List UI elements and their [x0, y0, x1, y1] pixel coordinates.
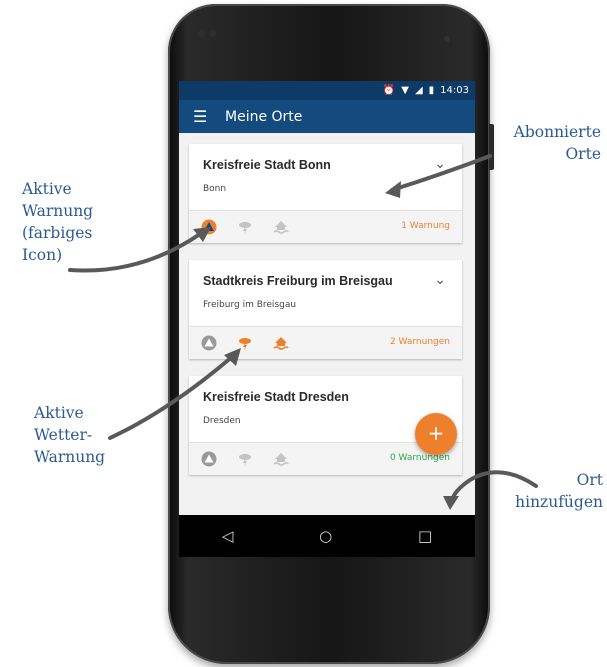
phone-screen: ⏰ ▼ ◢ ▮ 14:03 ☰ Meine Orte Kreisfreie St… — [179, 81, 475, 557]
back-icon[interactable]: ◁ — [222, 527, 234, 545]
warning-count: 0 Warnungen — [389, 453, 450, 463]
civil-protection-icon — [201, 335, 217, 351]
weather-icon — [237, 219, 253, 235]
android-nav-bar: ◁ ○ □ — [179, 515, 475, 557]
signal-icon: ◢ — [414, 84, 423, 96]
annotation-active-weather-warning: Aktive Wetter- Warnung — [34, 404, 106, 466]
place-name: Kreisfreie Stadt Dresden — [203, 390, 349, 404]
status-bar: ⏰ ▼ ◢ ▮ 14:03 — [179, 81, 475, 100]
chevron-down-icon[interactable]: ⌄ — [434, 272, 446, 288]
add-place-button[interactable]: + — [415, 413, 457, 455]
wifi-icon: ▼ — [401, 84, 409, 96]
flood-icon — [273, 335, 289, 351]
civil-protection-icon — [201, 451, 217, 467]
place-name: Kreisfreie Stadt Bonn — [203, 158, 331, 172]
civil-protection-icon — [201, 219, 217, 235]
sensor-dot — [198, 30, 205, 37]
annotation-active-warning: Aktive Warnung (farbiges Icon) — [22, 180, 94, 264]
sensor-dot — [209, 30, 216, 37]
front-camera — [444, 36, 450, 42]
annotation-subscribed-places: Abonnierte Orte — [513, 123, 601, 163]
warning-count: 2 Warnungen — [389, 337, 450, 347]
place-subtitle: Bonn — [203, 184, 227, 194]
annotation-add-place: Ort hinzufügen — [515, 471, 603, 511]
warning-count: 1 Warnung — [401, 221, 450, 231]
hamburger-menu-icon[interactable]: ☰ — [193, 107, 225, 126]
home-icon[interactable]: ○ — [319, 527, 332, 545]
place-name: Stadtkreis Freiburg im Breisgau — [203, 274, 393, 288]
app-bar: ☰ Meine Orte — [179, 100, 475, 133]
battery-icon: ▮ — [428, 84, 435, 96]
alarm-icon: ⏰ — [382, 84, 396, 96]
page-title: Meine Orte — [225, 108, 303, 125]
weather-icon — [237, 335, 253, 351]
place-card-freiburg[interactable]: Stadtkreis Freiburg im Breisgau Freiburg… — [189, 260, 462, 359]
chevron-down-icon[interactable]: ⌄ — [434, 156, 446, 172]
recents-icon[interactable]: □ — [418, 527, 432, 545]
place-subtitle: Dresden — [203, 416, 241, 426]
place-subtitle: Freiburg im Breisgau — [203, 300, 297, 310]
status-time: 14:03 — [440, 85, 469, 96]
flood-icon — [273, 451, 289, 467]
place-card-bonn[interactable]: Kreisfreie Stadt Bonn Bonn ⌄ 1 Warnung — [189, 144, 462, 243]
weather-icon — [237, 451, 253, 467]
flood-icon — [273, 219, 289, 235]
